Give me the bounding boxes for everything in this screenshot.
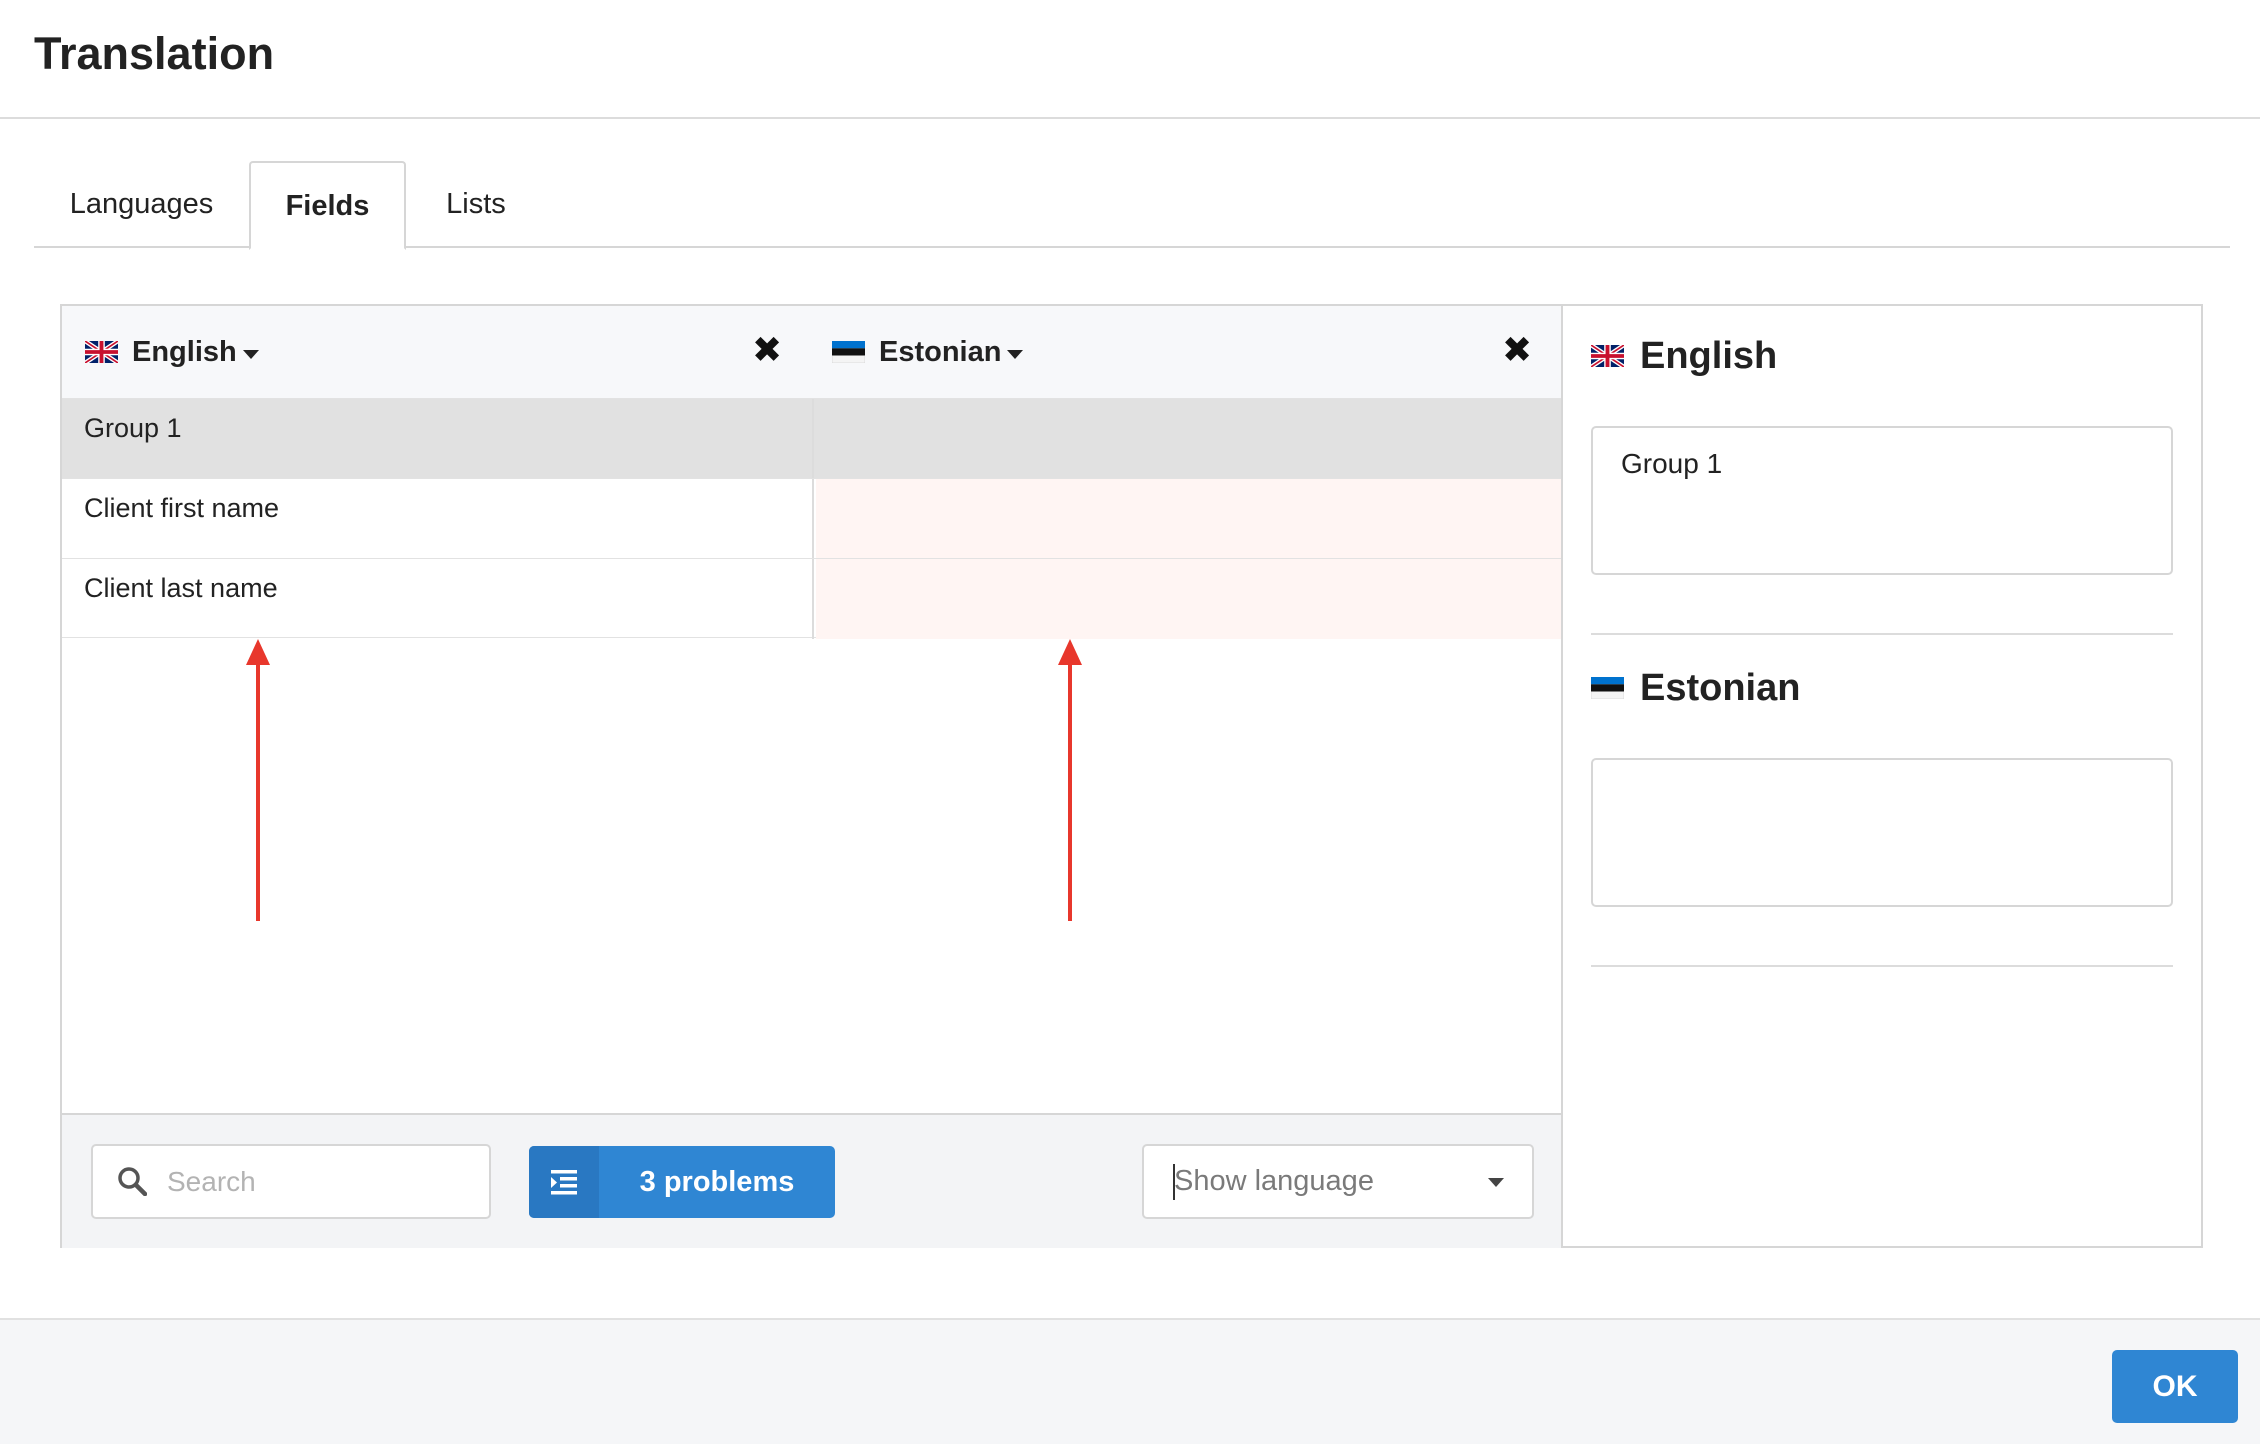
translation-editor-panel: English Group 1 Estonian bbox=[1561, 304, 2203, 1248]
tab-bar: Languages Fields Lists bbox=[34, 161, 2230, 250]
translation-cell[interactable] bbox=[816, 399, 1563, 479]
table-row[interactable]: Client first name bbox=[62, 478, 1563, 559]
source-language-header: English bbox=[1591, 326, 1777, 386]
text-cursor bbox=[1173, 1164, 1175, 1200]
annotation-arrow bbox=[1058, 639, 1082, 921]
search-box bbox=[91, 1144, 491, 1219]
source-text-field[interactable]: Group 1 bbox=[1591, 426, 2173, 575]
translation-grid: English ✖ Estonian ✖ Group 1 Client firs… bbox=[60, 304, 1563, 1248]
close-icon[interactable]: ✖ bbox=[1502, 332, 1532, 368]
source-cell: Group 1 bbox=[62, 399, 814, 479]
tab-languages[interactable]: Languages bbox=[34, 161, 249, 248]
translation-cell[interactable] bbox=[816, 559, 1563, 639]
chevron-down-icon bbox=[242, 349, 259, 359]
dialog-title: Translation bbox=[34, 28, 275, 79]
column-language-label: English bbox=[132, 335, 237, 368]
chevron-down-icon bbox=[1007, 349, 1024, 359]
source-cell: Client last name bbox=[62, 559, 814, 639]
chevron-down-icon bbox=[1488, 1178, 1504, 1187]
ok-button[interactable]: OK bbox=[2112, 1350, 2238, 1423]
grid-footer: 3 problems Show language bbox=[62, 1113, 1563, 1248]
source-cell: Client first name bbox=[62, 479, 814, 559]
problems-button[interactable]: 3 problems bbox=[529, 1146, 835, 1218]
show-language-placeholder: Show language bbox=[1174, 1165, 1374, 1197]
title-bar: Translation bbox=[0, 0, 2260, 119]
divider bbox=[1591, 633, 2173, 635]
translation-cell[interactable] bbox=[816, 479, 1563, 559]
tab-fields[interactable]: Fields bbox=[249, 161, 406, 250]
close-icon[interactable]: ✖ bbox=[752, 332, 782, 368]
column-header-english[interactable]: English bbox=[85, 306, 259, 398]
annotation-arrow bbox=[246, 639, 270, 921]
search-icon bbox=[118, 1167, 147, 1196]
indent-list-icon bbox=[529, 1146, 599, 1218]
table-row[interactable]: Group 1 bbox=[62, 398, 1563, 479]
uk-flag-icon bbox=[85, 341, 118, 363]
show-language-select[interactable]: Show language bbox=[1142, 1144, 1534, 1219]
tab-lists[interactable]: Lists bbox=[406, 161, 546, 248]
target-language-header: Estonian bbox=[1591, 658, 1800, 718]
estonia-flag-icon bbox=[1591, 677, 1624, 699]
column-language-label: Estonian bbox=[879, 335, 1002, 368]
target-language-label: Estonian bbox=[1640, 666, 1801, 709]
column-header-estonian[interactable]: Estonian bbox=[832, 306, 1024, 398]
estonia-flag-icon bbox=[832, 341, 865, 363]
problems-label: 3 problems bbox=[639, 1166, 795, 1198]
divider bbox=[1591, 965, 2173, 967]
target-text-field[interactable] bbox=[1591, 758, 2173, 907]
grid-header: English ✖ Estonian ✖ bbox=[62, 306, 1563, 398]
dialog-footer: OK bbox=[0, 1318, 2260, 1444]
source-language-label: English bbox=[1640, 334, 1778, 377]
table-row[interactable]: Client last name bbox=[62, 558, 1563, 639]
search-input[interactable] bbox=[167, 1160, 467, 1204]
uk-flag-icon bbox=[1591, 345, 1624, 367]
